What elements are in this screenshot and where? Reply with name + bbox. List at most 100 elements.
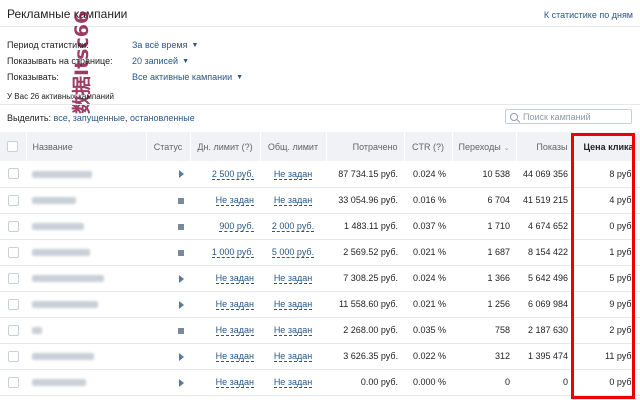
table-row[interactable]: Не задан Не задан 0.00 руб. 0.000 % 0 0 0 руб. xyxy=(0,369,640,395)
ctr-value: 0.000 % xyxy=(412,377,446,387)
click-price-value: 11 руб. xyxy=(604,351,634,361)
impressions-value: 41 519 215 xyxy=(522,195,568,205)
play-icon[interactable] xyxy=(179,170,184,179)
spent-value: 0.00 руб. xyxy=(360,377,398,387)
row-checkbox[interactable] xyxy=(7,272,19,284)
day-limit-value[interactable]: Не задан xyxy=(215,325,254,336)
day-limit-value[interactable]: Не задан xyxy=(215,299,254,310)
row-checkbox[interactable] xyxy=(7,168,19,180)
campaign-name-blurred[interactable] xyxy=(32,379,86,387)
campaign-name-blurred[interactable] xyxy=(32,353,94,361)
day-limit-value[interactable]: 1 000 руб. xyxy=(211,247,254,258)
col-spent[interactable]: Потрачено xyxy=(326,132,405,161)
stop-icon[interactable] xyxy=(178,327,184,334)
campaign-name-blurred[interactable] xyxy=(32,275,104,283)
col-status[interactable]: Статус xyxy=(146,132,191,161)
total-limit-value[interactable]: 5 000 руб. xyxy=(271,247,315,258)
table-row[interactable]: Не задан Не задан 11 558.60 руб. 0.021 % 1 2… xyxy=(0,291,640,317)
daily-stats-link[interactable]: К статистике по дням xyxy=(544,10,633,20)
clicks-value: 10 538 xyxy=(482,168,510,179)
click-price-value: 8 руб. xyxy=(609,168,634,179)
total-limit-value[interactable]: Не задан xyxy=(273,325,313,336)
table-row[interactable]: 900 руб. 2 000 руб. 1 483.11 руб. 0.037 % 1 … xyxy=(0,213,640,239)
filter-label: Период статистики: xyxy=(7,40,89,50)
row-checkbox[interactable] xyxy=(7,194,19,206)
top-bar: Рекламные кампании К статистике по дням xyxy=(0,0,640,27)
row-checkbox[interactable] xyxy=(7,350,19,362)
col-total-limit[interactable]: Общ. лимит xyxy=(260,132,327,161)
campaign-search[interactable] xyxy=(505,109,632,124)
campaign-name-blurred[interactable] xyxy=(32,327,42,335)
day-limit-value[interactable]: Не задан xyxy=(215,351,254,362)
impressions-value: 8 154 422 xyxy=(527,247,568,257)
play-icon[interactable] xyxy=(179,352,184,361)
clicks-value: 758 xyxy=(494,325,510,335)
table-row[interactable]: Не задан Не задан 2 268.00 руб. 0.035 % 758 2… xyxy=(0,317,640,343)
show-campaigns-dropdown[interactable]: Все активные кампании xyxy=(132,72,232,82)
day-limit-value[interactable]: 900 руб. xyxy=(219,221,254,232)
period-dropdown[interactable]: За всё время xyxy=(132,40,187,50)
col-impressions[interactable]: Показы xyxy=(516,132,575,161)
search-input[interactable] xyxy=(523,111,628,122)
table-row[interactable]: Не задан Не задан 3 626.35 руб. 0.022 % 312 1… xyxy=(0,343,640,369)
col-click-price[interactable]: Цена клика xyxy=(574,132,640,161)
search-icon xyxy=(510,112,518,121)
clicks-value: 1 710 xyxy=(487,221,510,231)
select-running-link[interactable]: запущенные xyxy=(73,113,125,123)
select-filter: Выделить: все, запущенные, остановленные xyxy=(7,113,195,123)
day-limit-value[interactable]: Не задан xyxy=(215,273,254,284)
chevron-down-icon: ▼ xyxy=(236,73,244,81)
per-page-dropdown[interactable]: 20 записей xyxy=(132,56,178,66)
total-limit-value[interactable]: Не задан xyxy=(273,377,313,388)
impressions-value: 1 395 474 xyxy=(527,351,568,361)
col-ctr[interactable]: CTR (?) xyxy=(404,132,453,161)
table-row[interactable]: Не задан Не задан 7 308.25 руб. 0.024 % 1 36… xyxy=(0,265,640,291)
stop-icon[interactable] xyxy=(178,223,184,230)
table-row[interactable]: 1 000 руб. 5 000 руб. 2 569.52 руб. 0.021 %… xyxy=(0,239,640,265)
filter-show: Показывать: Все активные кампании ▼ xyxy=(7,69,243,85)
total-limit-value[interactable]: Не задан xyxy=(273,351,313,362)
click-price-value: 1 руб. xyxy=(609,247,634,257)
row-checkbox[interactable] xyxy=(7,324,19,336)
campaign-name-blurred[interactable] xyxy=(32,249,90,257)
table-header: Название Статус Дн. лимит (?) Общ. лимит… xyxy=(0,132,640,161)
ctr-value: 0.024 % xyxy=(412,273,446,283)
col-day-limit[interactable]: Дн. лимит (?) xyxy=(190,132,261,161)
select-all-link[interactable]: все xyxy=(54,113,68,123)
clicks-value: 312 xyxy=(494,351,510,361)
table-row[interactable]: 2 500 руб. Не задан 87 734.15 руб. 0.024 % 1… xyxy=(0,161,640,187)
total-limit-value[interactable]: Не задан xyxy=(273,273,313,284)
stop-icon[interactable] xyxy=(178,249,184,256)
row-checkbox[interactable] xyxy=(7,298,19,310)
campaign-name-blurred[interactable] xyxy=(32,223,84,231)
table-row[interactable]: Не задан Не задан 33 054.96 руб. 0.016 % 6 7… xyxy=(0,187,640,213)
total-limit-value[interactable]: Не задан xyxy=(273,168,313,180)
day-limit-value[interactable]: 2 500 руб. xyxy=(211,168,254,180)
select-stopped-link[interactable]: остановленные xyxy=(130,113,195,123)
select-all-checkbox[interactable] xyxy=(7,141,19,153)
campaign-name-blurred[interactable] xyxy=(32,197,76,205)
row-checkbox[interactable] xyxy=(7,246,19,258)
col-name[interactable]: Название xyxy=(26,132,147,161)
day-limit-value[interactable]: Не задан xyxy=(215,377,254,388)
total-limit-value[interactable]: Не задан xyxy=(273,299,313,310)
campaign-name-blurred[interactable] xyxy=(32,170,92,178)
impressions-value: 0 xyxy=(562,377,568,387)
click-price-value: 0 руб. xyxy=(609,221,634,231)
stop-icon[interactable] xyxy=(178,197,184,204)
spent-value: 2 569.52 руб. xyxy=(343,247,398,257)
col-clicks[interactable]: Переходы ⌄ xyxy=(452,132,517,161)
impressions-value: 2 187 630 xyxy=(527,325,568,335)
play-icon[interactable] xyxy=(179,378,184,387)
play-icon[interactable] xyxy=(179,274,184,283)
total-limit-value[interactable]: 2 000 руб. xyxy=(271,221,315,232)
sort-icon: ⌄ xyxy=(503,144,510,152)
total-limit-value[interactable]: Не задан xyxy=(273,195,313,206)
day-limit-value[interactable]: Не задан xyxy=(215,195,254,206)
row-checkbox[interactable] xyxy=(7,220,19,232)
filter-label: Показывать: xyxy=(7,72,59,82)
play-icon[interactable] xyxy=(179,300,184,309)
campaign-name-blurred[interactable] xyxy=(32,301,98,309)
row-checkbox[interactable] xyxy=(7,376,19,388)
chevron-down-icon: ▼ xyxy=(191,41,199,49)
